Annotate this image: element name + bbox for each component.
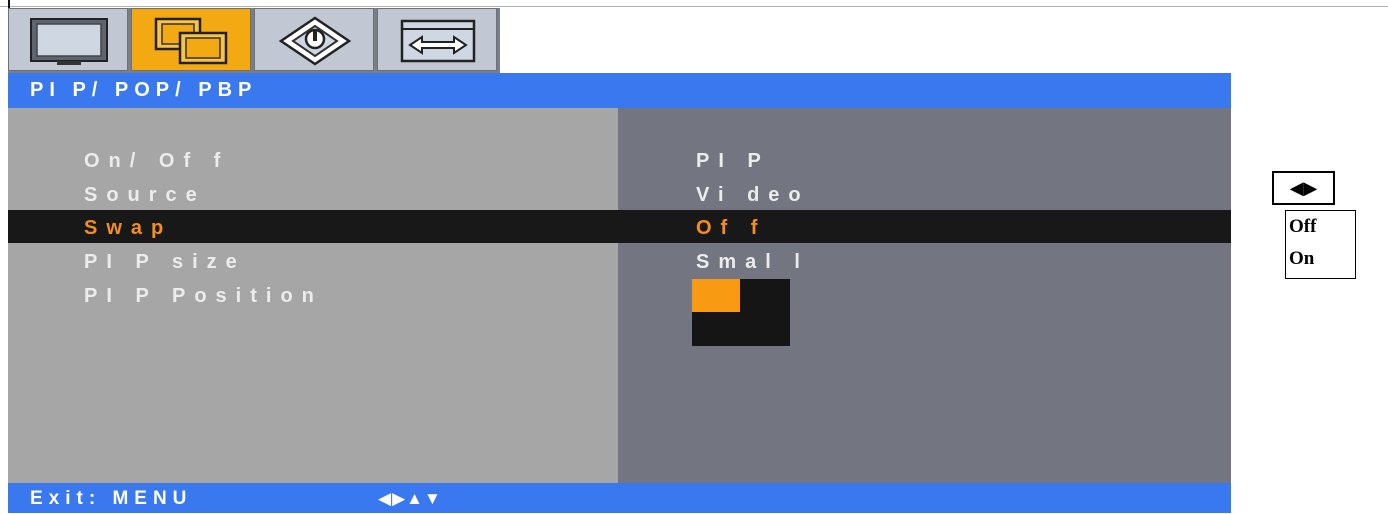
menu-item-pip-size[interactable]: PI P size [84,247,246,277]
selection-highlight-bar [8,210,1231,243]
tab-aspect[interactable] [377,8,497,71]
tab-picture[interactable] [8,8,128,71]
value-source[interactable]: Vi deo [696,180,810,210]
menu-item-source[interactable]: Source [84,180,206,210]
pip-position-selector[interactable] [692,279,790,346]
tab-setup[interactable] [254,8,374,71]
option-off[interactable]: Off [1286,211,1355,243]
left-right-arrows-button[interactable]: ◀▶ [1272,171,1335,205]
value-on-off[interactable]: PI P [696,146,770,176]
value-pip-size[interactable]: Smal l [696,247,809,277]
osd-tab-strip [8,8,500,73]
swap-options-list: Off On [1285,210,1356,279]
value-swap[interactable]: Of f [696,213,766,243]
resize-icon [400,19,476,63]
exit-hint: Exit: MENU [30,488,193,509]
pip-position-top-left-quadrant [692,279,740,312]
osd-menu-panel: PI P/ POP/ PBP On/ Of f Source Swap PI P… [8,73,1231,513]
menu-item-pip-position[interactable]: PI P Position [84,281,323,311]
navigation-arrows-icon: ◀▶▲▼ [378,489,442,508]
settings-icon [278,16,352,66]
pip-windows-icon [154,17,228,65]
menu-footer: Exit: MENU ◀▶▲▼ [8,483,1231,513]
menu-title: PI P/ POP/ PBP [8,73,1231,108]
tab-pip[interactable] [131,8,251,71]
top-border-line [0,6,1388,7]
menu-item-swap[interactable]: Swap [84,213,172,243]
option-on[interactable]: On [1286,243,1355,275]
menu-item-on-off[interactable]: On/ Of f [84,146,229,176]
top-left-marker [8,0,10,8]
monitor-icon [30,18,108,65]
